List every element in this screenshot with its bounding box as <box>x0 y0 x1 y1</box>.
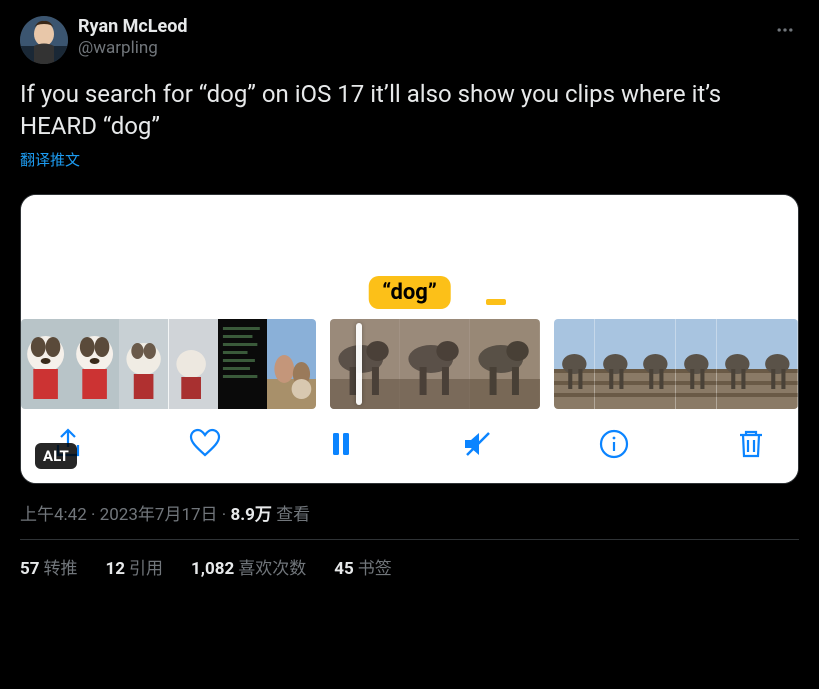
likes-stat[interactable]: 1,082喜欢次数 <box>191 554 306 579</box>
info-button[interactable] <box>597 427 631 461</box>
video-thumbnail[interactable] <box>119 319 168 409</box>
mute-button[interactable] <box>461 427 495 461</box>
tweet-header: Ryan McLeod @warpling <box>20 16 799 64</box>
user-names: Ryan McLeod @warpling <box>78 16 188 58</box>
favorite-button[interactable] <box>188 427 222 461</box>
retweets-count: 57 <box>20 559 40 579</box>
tweet-time[interactable]: 上午4:42 <box>20 505 87 525</box>
tweet-text: If you search for “dog” on iOS 17 it’ll … <box>20 78 799 143</box>
views-label: 查看 <box>272 505 310 525</box>
tweet-date[interactable]: 2023年7月17日 <box>100 505 218 525</box>
display-name[interactable]: Ryan McLeod <box>78 16 188 38</box>
quotes-label: 引用 <box>129 559 163 579</box>
thumbnail-cluster[interactable] <box>554 319 798 409</box>
quotes-count: 12 <box>106 559 126 579</box>
translate-link[interactable]: 翻译推文 <box>20 149 80 170</box>
bookmarks-count: 45 <box>334 559 354 579</box>
media-attachment[interactable]: “dog” <box>20 194 799 484</box>
tweet-container: Ryan McLeod @warpling If you search for … <box>0 0 819 593</box>
video-thumbnail[interactable] <box>595 319 636 409</box>
quotes-stat[interactable]: 12引用 <box>106 554 164 579</box>
video-thumbnail[interactable] <box>21 319 70 409</box>
video-thumbnail[interactable] <box>635 319 676 409</box>
video-thumbnail[interactable] <box>676 319 717 409</box>
thumbnail-cluster[interactable] <box>330 319 540 409</box>
media-top-area: “dog” <box>21 195 798 309</box>
scrubber-handle[interactable] <box>356 323 362 405</box>
playhead-marker <box>486 299 506 305</box>
video-thumbnail[interactable] <box>267 319 316 409</box>
search-term-tag: “dog” <box>368 276 451 309</box>
delete-button[interactable] <box>734 427 768 461</box>
video-thumbnail[interactable] <box>757 319 798 409</box>
pause-button[interactable] <box>324 427 358 461</box>
views-count[interactable]: 8.9万 <box>230 505 271 525</box>
avatar[interactable] <box>20 16 68 64</box>
likes-label: 喜欢次数 <box>238 559 306 579</box>
tweet-meta: 上午4:42 · 2023年7月17日 · 8.9万 查看 <box>20 500 799 540</box>
alt-badge[interactable]: ALT <box>35 443 77 469</box>
media-action-bar <box>21 409 798 483</box>
bookmarks-label: 书签 <box>358 559 392 579</box>
video-thumbnail[interactable] <box>218 319 267 409</box>
video-thumbnail[interactable] <box>554 319 595 409</box>
video-thumbnail[interactable] <box>400 319 470 409</box>
thumbnail-cluster[interactable] <box>21 319 316 409</box>
video-thumbnail[interactable] <box>470 319 540 409</box>
video-thumbnail[interactable] <box>169 319 218 409</box>
video-thumbnail[interactable] <box>717 319 758 409</box>
user-info[interactable]: Ryan McLeod @warpling <box>20 16 188 64</box>
retweets-label: 转推 <box>44 559 78 579</box>
bookmarks-stat[interactable]: 45书签 <box>334 554 392 579</box>
video-thumbnail[interactable] <box>70 319 119 409</box>
likes-count: 1,082 <box>191 559 234 579</box>
video-thumbnail-strip[interactable] <box>21 309 798 409</box>
tweet-stats: 57转推 12引用 1,082喜欢次数 45书签 <box>20 540 799 593</box>
video-thumbnail[interactable] <box>330 319 400 409</box>
more-menu-button[interactable] <box>771 16 799 48</box>
user-handle[interactable]: @warpling <box>78 38 188 58</box>
retweets-stat[interactable]: 57转推 <box>20 554 78 579</box>
